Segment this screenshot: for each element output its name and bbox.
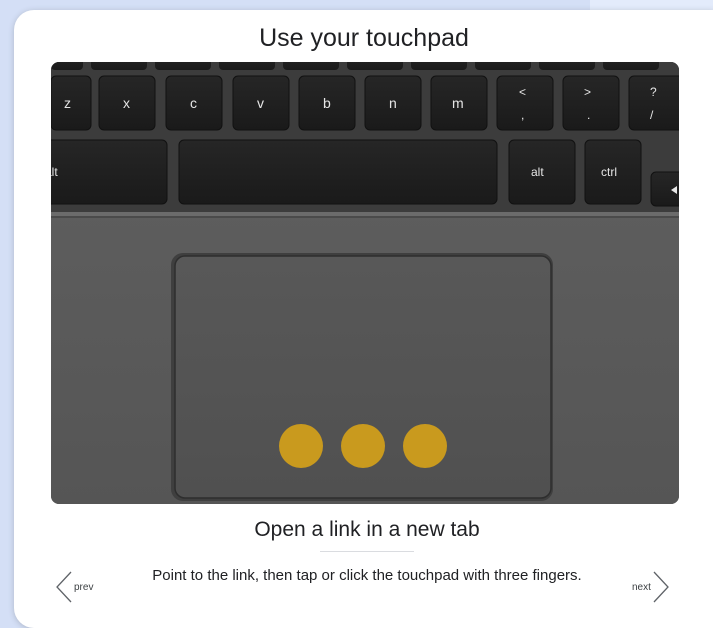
key-alt-right: alt <box>508 139 576 205</box>
key-alt-left: alt <box>51 139 168 205</box>
svg-text:?: ? <box>650 85 657 99</box>
top-key-row <box>51 62 659 70</box>
key-space <box>178 139 498 205</box>
svg-text:.: . <box>587 108 590 122</box>
svg-text:>: > <box>584 85 591 99</box>
key-c: c <box>165 75 223 131</box>
svg-text:z: z <box>64 95 71 111</box>
key-comma: < , <box>496 75 554 131</box>
svg-text:,: , <box>521 108 524 122</box>
key-period: > . <box>562 75 620 131</box>
svg-text:n: n <box>389 95 397 111</box>
svg-text:alt: alt <box>531 165 544 179</box>
key-slash: ? / <box>628 75 679 131</box>
svg-text:ctrl: ctrl <box>601 165 617 179</box>
svg-text:m: m <box>452 95 464 111</box>
next-button[interactable]: next <box>632 570 671 604</box>
svg-text:x: x <box>123 95 130 111</box>
svg-text:c: c <box>190 95 197 111</box>
dialog-title: Use your touchpad <box>259 24 469 52</box>
svg-text:alt: alt <box>51 165 58 179</box>
tutorial-dialog: Use your touchpad z x c v b n m < , > . … <box>14 10 713 628</box>
finger-dots <box>279 424 447 468</box>
svg-text:<: < <box>519 85 526 99</box>
svg-text:v: v <box>257 95 264 111</box>
key-x: x <box>98 75 156 131</box>
finger-dot <box>341 424 385 468</box>
key-n: n <box>364 75 422 131</box>
step-description: Point to the link, then tap or click the… <box>152 567 582 584</box>
finger-dot <box>279 424 323 468</box>
key-b: b <box>298 75 356 131</box>
divider <box>320 551 414 552</box>
key-ctrl: ctrl <box>584 139 642 205</box>
key-v: v <box>232 75 290 131</box>
key-m: m <box>430 75 488 131</box>
svg-text:b: b <box>323 95 331 111</box>
next-label: next <box>632 581 651 593</box>
key-arrow-left <box>650 171 679 207</box>
key-z: z <box>51 75 92 131</box>
step-title: Open a link in a new tab <box>254 518 480 541</box>
finger-dot <box>403 424 447 468</box>
keyboard-deck-edge <box>51 212 679 216</box>
chevron-right-icon <box>653 571 669 603</box>
touchpad-illustration: z x c v b n m < , > . ? / lt alt ctrl <box>51 62 679 504</box>
